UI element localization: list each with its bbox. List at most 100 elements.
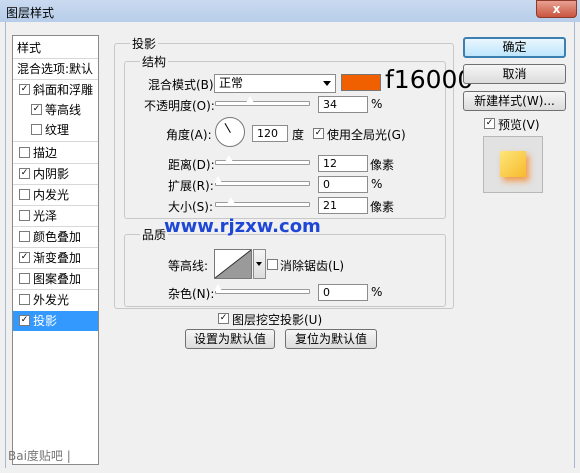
size-input[interactable]: 21 (318, 197, 368, 214)
close-button[interactable]: x (536, 0, 577, 18)
style-label: 光泽 (33, 209, 58, 223)
contour-checkbox[interactable]: ✓ (31, 104, 42, 115)
style-label: 颜色叠加 (33, 230, 82, 244)
bevel-emboss-checkbox[interactable]: ✓ (19, 84, 30, 95)
style-label: 图案叠加 (33, 272, 82, 286)
angle-input[interactable]: 120 (252, 125, 288, 142)
distance-input[interactable]: 12 (318, 155, 368, 172)
stroke-checkbox[interactable] (19, 147, 30, 158)
spread-slider[interactable] (213, 175, 310, 186)
style-item-contour[interactable]: ✓ 等高线 (13, 100, 98, 120)
reset-default-button[interactable]: 复位为默认值 (285, 329, 377, 349)
make-default-button[interactable]: 设置为默认值 (185, 329, 275, 349)
site-watermark: www.rjzxw.com (164, 216, 321, 237)
style-item-pattern-overlay[interactable]: 图案叠加 (13, 269, 98, 289)
angle-dial[interactable] (215, 117, 245, 147)
style-item-satin[interactable]: 光泽 (13, 206, 98, 226)
noise-input[interactable]: 0 (318, 284, 368, 301)
blending-options-item[interactable]: 混合选项:默认 (17, 59, 102, 79)
style-label: 内阴影 (33, 167, 70, 181)
style-item-color-overlay[interactable]: 颜色叠加 (13, 227, 98, 247)
window-title: 图层样式 (6, 6, 55, 20)
satin-checkbox[interactable] (19, 210, 30, 221)
styles-list: 样式 混合选项:默认 ✓ 斜面和浮雕 ✓ 等高线 纹理 描边 ✓ 内阴影 内发光 光泽… (12, 35, 99, 465)
style-label: 斜面和浮雕 (33, 83, 94, 97)
style-label: 描边 (33, 146, 58, 160)
slider-thumb[interactable] (224, 154, 234, 163)
opacity-slider[interactable] (215, 95, 310, 106)
inner-glow-checkbox[interactable] (19, 189, 30, 200)
preview-thumbnail (500, 151, 526, 177)
noise-label: 杂色(N): (168, 287, 215, 301)
divider (13, 141, 98, 142)
drop-shadow-checkbox[interactable]: ✓ (19, 315, 30, 326)
contour-curve-icon (214, 249, 252, 279)
style-item-outer-glow[interactable]: 外发光 (13, 290, 98, 310)
outer-glow-checkbox[interactable] (19, 294, 30, 305)
texture-checkbox[interactable] (31, 124, 42, 135)
contour-dropdown-button[interactable] (253, 249, 266, 279)
knockout-checkbox[interactable]: ✓ (218, 313, 229, 324)
opacity-label: 不透明度(O): (144, 99, 215, 113)
antialias-checkbox[interactable] (267, 259, 278, 270)
chevron-down-icon (323, 81, 331, 86)
slider-thumb[interactable] (213, 175, 223, 184)
style-label: 内发光 (33, 188, 70, 202)
preview-label: 预览(V) (498, 118, 540, 132)
distance-slider[interactable] (215, 154, 310, 165)
style-label: 等高线 (45, 103, 82, 117)
color-overlay-checkbox[interactable] (19, 231, 30, 242)
style-label: 投影 (33, 314, 58, 328)
antialias-label: 消除锯齿(L) (280, 259, 345, 273)
knockout-label: 图层挖空投影(U) (232, 313, 323, 327)
spread-unit: % (371, 177, 383, 191)
style-item-stroke[interactable]: 描边 (13, 143, 98, 163)
opacity-input[interactable]: 34 (318, 96, 368, 113)
global-light-checkbox[interactable]: ✓ (313, 128, 324, 139)
preview-checkbox[interactable]: ✓ (484, 118, 495, 129)
style-item-inner-glow[interactable]: 内发光 (13, 185, 98, 205)
style-item-bevel-emboss[interactable]: ✓ 斜面和浮雕 (13, 80, 98, 100)
angle-label: 角度(A): (166, 128, 212, 142)
style-item-gradient-overlay[interactable]: ✓ 渐变叠加 (13, 248, 98, 268)
pattern-overlay-checkbox[interactable] (19, 273, 30, 284)
style-preview (483, 136, 543, 193)
styles-header[interactable]: 样式 (17, 38, 102, 58)
size-slider[interactable] (215, 196, 310, 207)
opacity-unit: % (371, 97, 383, 111)
ok-button[interactable]: 确定 (463, 37, 566, 58)
blend-mode-select[interactable]: 正常 (214, 74, 336, 93)
style-label: 外发光 (33, 293, 70, 307)
style-item-drop-shadow[interactable]: ✓ 投影 (13, 311, 98, 331)
cancel-button[interactable]: 取消 (463, 64, 566, 84)
distance-unit: 像素 (370, 158, 395, 172)
blend-mode-value: 正常 (219, 76, 244, 90)
global-light-label: 使用全局光(G) (327, 128, 406, 142)
baidu-watermark: Bai度贴吧 | (8, 449, 71, 463)
contour-label: 等高线: (168, 259, 209, 273)
style-item-inner-shadow[interactable]: ✓ 内阴影 (13, 164, 98, 184)
gradient-overlay-checkbox[interactable]: ✓ (19, 252, 30, 263)
slider-thumb[interactable] (245, 95, 255, 104)
slider-thumb[interactable] (226, 196, 236, 205)
structure-title: 结构 (140, 53, 169, 70)
size-label: 大小(S): (168, 200, 214, 214)
title-bar: 图层样式 x (0, 0, 580, 22)
noise-slider[interactable] (213, 283, 310, 294)
inner-shadow-checkbox[interactable]: ✓ (19, 168, 30, 179)
size-unit: 像素 (370, 200, 395, 214)
spread-input[interactable]: 0 (318, 176, 368, 193)
shadow-color-swatch[interactable] (341, 74, 381, 91)
slider-thumb[interactable] (213, 283, 223, 292)
blend-mode-label: 混合模式(B): (148, 78, 218, 92)
drop-shadow-title: 投影 (130, 35, 159, 52)
style-label: 渐变叠加 (33, 251, 82, 265)
contour-preview[interactable] (214, 249, 252, 279)
angle-unit: 度 (292, 128, 305, 142)
style-label: 纹理 (45, 123, 70, 137)
style-item-texture[interactable]: 纹理 (13, 120, 98, 140)
new-style-button[interactable]: 新建样式(W)... (463, 91, 566, 111)
color-hex-annotation: f16000 (385, 65, 474, 94)
spread-label: 扩展(R): (168, 179, 214, 193)
distance-label: 距离(D): (168, 158, 215, 172)
